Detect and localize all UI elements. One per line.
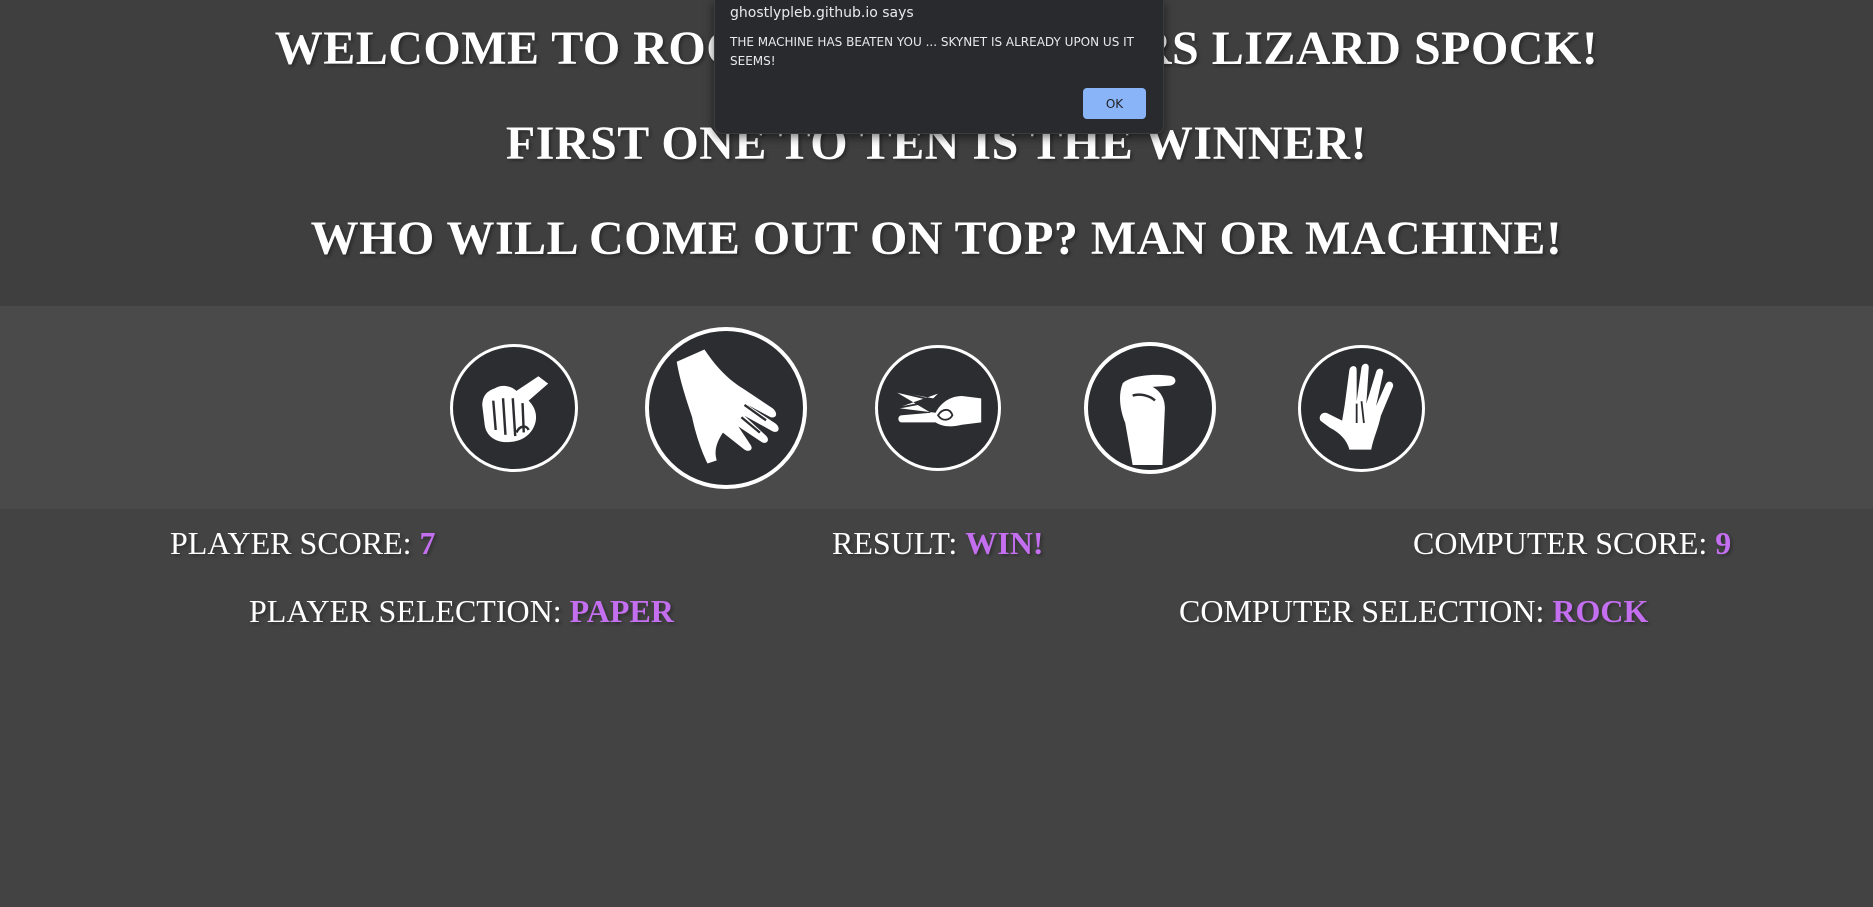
scissors-button[interactable] [875,345,1001,471]
player-selection-value: PAPER [569,593,674,629]
computer-selection-value: ROCK [1552,593,1649,629]
player-score: PLAYER SCORE: 7 [170,525,436,561]
spock-hand-icon [1319,363,1394,450]
rock-button[interactable] [450,344,578,472]
lizard-hand-icon [1120,374,1176,466]
result-label: RESULT: [832,525,966,561]
computer-score-value: 9 [1715,525,1732,561]
player-selection-label: PLAYER SELECTION: [249,593,570,629]
player-score-label: PLAYER SCORE: [170,525,420,561]
question-heading: WHO WILL COME OUT ON TOP? MAN OR MACHINE… [310,212,1563,265]
computer-score: COMPUTER SCORE: 9 [1413,525,1731,561]
alert-origin: ghostlypleb.github.io says [730,5,914,21]
scissors-hand-icon [894,390,982,427]
result-value: WIN! [965,525,1044,561]
choice-strip [0,306,1873,509]
round-result: RESULT: WIN! [832,525,1043,561]
ok-button[interactable]: OK [1083,88,1146,119]
rock-fist-icon [482,376,549,443]
spock-button[interactable] [1298,345,1425,472]
lizard-button[interactable] [1084,342,1216,474]
alert-dialog: ghostlypleb.github.io says THE MACHINE H… [714,0,1164,134]
computer-selection-label: COMPUTER SELECTION: [1179,593,1553,629]
computer-score-label: COMPUTER SCORE: [1413,525,1716,561]
paper-hand-icon [676,349,779,464]
paper-button[interactable] [645,327,807,489]
computer-selection: COMPUTER SELECTION: ROCK [1179,593,1648,629]
player-score-value: 7 [419,525,436,561]
player-selection: PLAYER SELECTION: PAPER [249,593,674,629]
alert-message: THE MACHINE HAS BEATEN YOU ... SKYNET IS… [730,35,1135,68]
game-page: WELCOME TO ROCK PAPER SCISSORS LIZARD SP… [0,0,1873,907]
